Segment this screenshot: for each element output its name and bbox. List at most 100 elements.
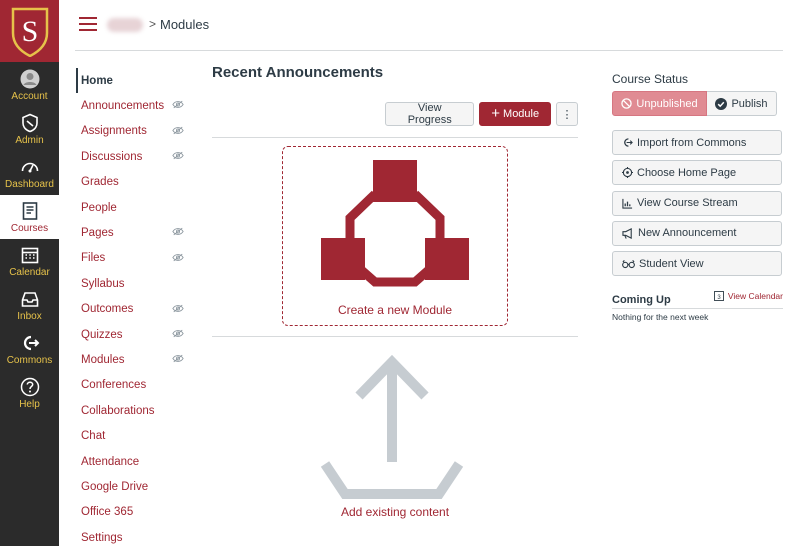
course-nav-item-settings[interactable]: Settings	[76, 525, 188, 546]
nav-commons[interactable]: Commons	[0, 327, 59, 371]
svg-text:S: S	[21, 15, 38, 48]
nav-help[interactable]: Help	[0, 371, 59, 415]
nav-calendar[interactable]: Calendar	[0, 239, 59, 283]
new-announcement-button[interactable]: New Announcement	[612, 220, 782, 246]
coming-up-empty-message: Nothing for the next week	[612, 312, 709, 323]
shield-icon	[21, 113, 38, 132]
create-module-dropzone[interactable]: Create a new Module	[282, 146, 508, 326]
book-icon	[22, 201, 37, 220]
nav-inbox[interactable]: Inbox	[0, 283, 59, 327]
view-course-stream-button[interactable]: View Course Stream	[612, 190, 782, 216]
course-nav-label: Chat	[81, 430, 106, 443]
course-nav-label: Home	[81, 74, 113, 87]
toolbar-divider	[212, 137, 578, 138]
publish-label: Publish	[731, 97, 768, 110]
eye-slash-icon	[172, 126, 184, 135]
add-module-button[interactable]: + Module	[479, 102, 551, 126]
course-nav-item-attendance[interactable]: Attendance	[76, 449, 188, 474]
nav-label: Courses	[10, 222, 49, 234]
course-nav-item-home[interactable]: Home	[76, 68, 188, 94]
course-nav-item-google-drive[interactable]: Google Drive	[76, 474, 188, 499]
nav-account[interactable]: Account	[0, 63, 59, 107]
course-nav-label: Conferences	[81, 379, 147, 392]
plus-icon: +	[491, 105, 501, 122]
student-view-button[interactable]: Student View	[612, 251, 782, 277]
main-content: Recent Announcements View Progress + Mod…	[212, 64, 578, 519]
breadcrumb-current: Modules	[160, 17, 210, 32]
publish-toggle: Unpublished Publish	[612, 91, 777, 116]
nav-dashboard[interactable]: Dashboard	[0, 151, 59, 195]
view-calendar-link[interactable]: 3 View Calendar	[713, 290, 783, 301]
course-nav-item-modules[interactable]: Modules	[76, 347, 188, 372]
upload-arrow-icon[interactable]	[317, 354, 467, 504]
choose-home-page-label: Choose Home Page	[637, 166, 737, 179]
glasses-icon	[622, 259, 635, 268]
institution-logo[interactable]: S	[0, 0, 59, 62]
course-nav-label: Office 365	[81, 506, 134, 519]
more-options-button[interactable]: ⋮	[555, 102, 578, 126]
page-title: Recent Announcements	[212, 64, 384, 81]
breadcrumb-course-redacted[interactable]	[107, 18, 143, 32]
course-nav-label: Quizzes	[81, 328, 123, 341]
nav-label: Help	[19, 398, 40, 410]
coming-up-header: Coming Up 3 View Calendar	[612, 290, 783, 307]
add-existing-content-link[interactable]: Add existing content	[212, 505, 578, 519]
course-nav-item-conferences[interactable]: Conferences	[76, 373, 188, 398]
add-module-label: Module	[503, 108, 540, 120]
course-nav-item-chat[interactable]: Chat	[76, 423, 188, 448]
nav-label: Inbox	[17, 310, 42, 322]
course-nav-item-collaborations[interactable]: Collaborations	[76, 398, 188, 423]
eye-slash-icon	[172, 355, 184, 363]
hamburger-menu-icon[interactable]	[79, 17, 97, 31]
breadcrumb-separator: >	[149, 17, 157, 31]
course-nav-label: Google Drive	[81, 480, 149, 493]
course-nav-item-people[interactable]: People	[76, 195, 188, 220]
eye-slash-icon	[172, 228, 184, 236]
course-nav-item-syllabus[interactable]: Syllabus	[76, 271, 188, 296]
unpublished-label: Unpublished	[636, 97, 698, 110]
commons-icon	[23, 335, 39, 350]
calendar-icon	[21, 247, 38, 263]
module-hierarchy-icon	[321, 160, 469, 287]
sidebar-actions: Import from Commons Choose Home Page Vie…	[612, 130, 783, 277]
new-announcement-label: New Announcement	[638, 227, 737, 240]
course-nav-item-announcements[interactable]: Announcements	[76, 93, 188, 118]
course-nav-label: Announcements	[81, 100, 165, 113]
view-progress-button[interactable]: View Progress	[385, 102, 475, 126]
course-sidebar: Course Status Unpublished Publish Import…	[612, 72, 783, 322]
ban-icon	[621, 98, 633, 109]
unpublished-button[interactable]: Unpublished	[612, 91, 707, 116]
course-nav-label: Attendance	[81, 455, 140, 468]
course-nav-label: Syllabus	[81, 277, 125, 290]
course-nav-label: Pages	[81, 227, 114, 240]
publish-button[interactable]: Publish	[707, 91, 777, 116]
content-divider	[212, 336, 578, 337]
calendar-small-icon: 3	[713, 291, 724, 301]
course-nav-label: Settings	[81, 531, 123, 544]
global-nav: S Account Admin Dashboard Courses Calend…	[0, 0, 59, 546]
eye-slash-icon	[172, 304, 184, 312]
nav-admin[interactable]: Admin	[0, 107, 59, 151]
course-nav-item-office-365[interactable]: Office 365	[76, 500, 188, 525]
nav-label: Commons	[6, 354, 53, 366]
nav-courses[interactable]: Courses	[0, 195, 59, 239]
course-nav-item-outcomes[interactable]: Outcomes	[76, 297, 188, 322]
student-view-label: Student View	[639, 257, 704, 270]
course-nav-item-quizzes[interactable]: Quizzes	[76, 322, 188, 347]
course-status-title: Course Status	[612, 72, 689, 86]
course-nav-label: Outcomes	[81, 303, 134, 316]
course-nav-item-pages[interactable]: Pages	[76, 220, 188, 245]
course-nav-item-discussions[interactable]: Discussions	[76, 144, 188, 169]
choose-home-page-button[interactable]: Choose Home Page	[612, 160, 782, 186]
view-calendar-label: View Calendar	[727, 290, 783, 301]
nav-label: Admin	[15, 134, 44, 146]
create-module-label: Create a new Module	[337, 303, 453, 317]
course-nav-item-files[interactable]: Files	[76, 246, 188, 271]
course-nav: Home Announcements Assignments Discussions G…	[76, 68, 188, 546]
course-nav-item-assignments[interactable]: Assignments	[76, 119, 188, 144]
import-from-commons-button[interactable]: Import from Commons	[612, 130, 782, 155]
course-nav-item-grades[interactable]: Grades	[76, 170, 188, 195]
chart-icon	[622, 198, 633, 209]
header-divider	[75, 50, 783, 51]
view-course-stream-label: View Course Stream	[637, 197, 738, 210]
